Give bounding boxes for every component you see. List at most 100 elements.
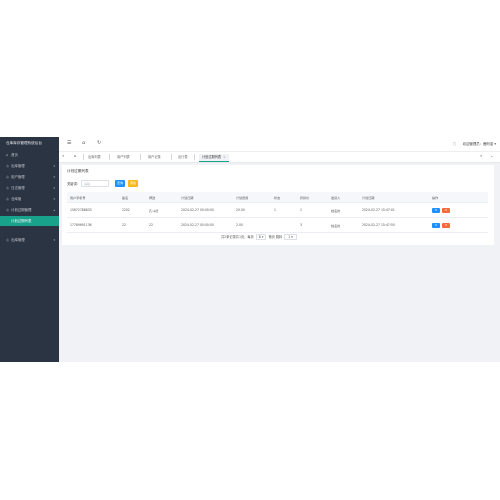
chevron-up-icon: ▴ [53, 208, 55, 212]
tabs-next-icon[interactable]: » [480, 153, 482, 158]
sidebar-item-logs[interactable]: ◎ 日志管理 ▾ [0, 183, 59, 194]
chevron-down-icon: ▾ [53, 164, 55, 168]
page-number-select[interactable]: 1 ▾ [284, 234, 297, 240]
table-cell: 22 [119, 217, 146, 233]
sidebar-item-label: 首页 [11, 153, 18, 157]
page-size-value: 8 [258, 235, 261, 239]
sidebar: 仓库库存管理系统后台 ⌂ 首页 ◎ 出库管理 ▾ ◎ 用户管理 ▾ ◎ 日志管理… [0, 137, 59, 362]
column-header: 计划费用 [233, 192, 271, 203]
table-cell: 2024-02-27 15:47:50 [359, 217, 429, 233]
add-button[interactable]: 添加 [128, 180, 138, 187]
table-row: 17789691136 22 22 2024-02-27 00:00:00 2.… [67, 217, 488, 233]
jump-label: 跳转 [275, 235, 283, 239]
edit-icon[interactable]: ✎ [432, 207, 440, 213]
next-page-label[interactable]: 第页 [268, 235, 274, 239]
tabs-prev-icon[interactable]: « [62, 153, 64, 158]
sidebar-item-outbound-2[interactable]: ◎ 出库管理 ▾ [0, 235, 59, 246]
table-cell: 孔斗德 [146, 202, 178, 218]
user-greeting[interactable]: 欢迎管理员：鹿阿诺 ▾ [463, 142, 496, 146]
column-header: 操作 [429, 192, 488, 203]
pagination-summary: 共2条记录共1页，每页 [221, 235, 254, 239]
chevron-down-icon: ▾ [53, 175, 55, 179]
chevron-down-icon: ▾ [291, 235, 293, 239]
chevron-down-icon: ▾ [53, 197, 55, 201]
table-cell: 1 [271, 202, 297, 218]
table-cell: 姓名的 [328, 217, 359, 233]
sidebar-item-plan-expiry[interactable]: ◎ 计划过期管理 ▴ [0, 205, 59, 216]
table-cell: 2.00 [233, 217, 271, 233]
tab-user-list[interactable]: 用户列表 [114, 154, 133, 161]
sidebar-subitem-plan-expiry-list[interactable]: 计划过期列表 [0, 216, 59, 226]
menu-icon[interactable]: ☰ [67, 140, 71, 146]
table-cell: 3 [297, 217, 328, 233]
delete-icon[interactable]: ✕ [442, 222, 450, 228]
table-cell: 2024-02-27 15:47:01 [359, 202, 429, 218]
tab-outbound-list[interactable]: 出库列表 [85, 154, 104, 161]
circle-icon: ◎ [6, 186, 9, 190]
table-cell: 17789691136 [67, 217, 119, 233]
circle-icon: ◎ [6, 197, 9, 201]
edit-icon[interactable]: ✎ [432, 222, 440, 228]
column-header: 计划日期 [178, 192, 233, 203]
tab-bar: « ⌂ 出库列表 用户列表 用户记录 出行表 计划过期列表 × » ⌄ [59, 152, 500, 163]
sidebar-item-home[interactable]: ⌂ 首页 [0, 150, 59, 161]
tab-trip-table[interactable]: 出行表 [175, 154, 191, 161]
sidebar-item-users[interactable]: ◎ 用户管理 ▾ [0, 172, 59, 183]
fullscreen-icon[interactable]: □ [453, 142, 457, 146]
page-size-select[interactable]: 8 ▾ [255, 234, 267, 240]
content-card: 计划过期列表 关键词： 请输 查询 添加 用户手机号 船名 押送 计划日期 计划… [62, 165, 494, 245]
search-input[interactable]: 请输 [81, 180, 109, 187]
home-icon[interactable]: ⌂ [82, 140, 85, 146]
column-header: 折扣价 [297, 192, 328, 203]
table-actions: ✎ ✕ [429, 217, 488, 233]
table-cell: 15672788833 [67, 202, 119, 218]
sidebar-item-label: 用户管理 [11, 175, 25, 179]
table-cell: 1 [297, 202, 328, 218]
chevron-down-icon[interactable]: ⌄ [490, 153, 493, 158]
table-cell: 姓名的 [328, 202, 359, 218]
sidebar-item-label: 出库管理 [11, 164, 25, 168]
page-number-value: 1 [288, 235, 291, 239]
sidebar-item-label: 日志管理 [11, 186, 25, 190]
tab-home-icon[interactable]: ⌂ [74, 153, 77, 158]
pagination: 共2条记录共1页，每页 8 ▾ 第页 跳转 1 ▾ [221, 234, 298, 240]
column-header: 用户手机号 [67, 192, 119, 203]
table-cell: 22 [146, 217, 178, 233]
table-actions: ✎ ✕ [429, 202, 488, 218]
query-button[interactable]: 查询 [115, 180, 125, 187]
top-bar: ☰ ⌂ ↻ □ 欢迎管理员：鹿阿诺 ▾ [59, 137, 500, 152]
table-cell: 2202 [119, 202, 146, 218]
circle-icon: ◎ [6, 238, 9, 242]
column-header: 状态 [271, 192, 297, 203]
sidebar-item-label: 出库管理 [11, 238, 25, 242]
refresh-icon[interactable]: ↻ [97, 140, 101, 146]
sidebar-item-outbound[interactable]: ◎ 出库管理 ▾ [0, 161, 59, 172]
table-cell [271, 217, 297, 233]
table-cell: 2024-02-27 00:00:00 [178, 217, 233, 233]
table-row: 15672788833 2202 孔斗德 2024-02-27 00:00:00… [67, 202, 488, 218]
column-header: 押送 [146, 192, 178, 203]
user-menu[interactable]: □ 欢迎管理员：鹿阿诺 ▾ [453, 141, 496, 146]
search-label: 关键词： [67, 182, 81, 186]
table-cell: 20.00 [233, 202, 271, 218]
table-cell: 2024-02-27 00:00:00 [178, 202, 233, 218]
card-title: 计划过期列表 [67, 169, 89, 173]
tab-plan-expiry-list[interactable]: 计划过期列表 × [199, 153, 229, 162]
sidebar-item-label: 计划过期管理 [11, 208, 32, 212]
sidebar-item-warehouse[interactable]: ◎ 仓库管 ▾ [0, 194, 59, 205]
circle-icon: ◎ [6, 175, 9, 179]
close-icon[interactable]: × [223, 155, 226, 159]
tab-label: 计划过期列表 [202, 154, 222, 159]
delete-icon[interactable]: ✕ [442, 207, 450, 213]
circle-icon: ◎ [6, 208, 9, 212]
app-window: 仓库库存管理系统后台 ⌂ 首页 ◎ 出库管理 ▾ ◎ 用户管理 ▾ ◎ 日志管理… [0, 137, 500, 362]
sidebar-item-label: 仓库管 [11, 197, 22, 201]
chevron-down-icon: ▾ [261, 235, 264, 239]
table-header-row: 用户手机号 船名 押送 计划日期 计划费用 状态 折扣价 发货人 计划日期 操作 [67, 192, 488, 203]
data-table: 用户手机号 船名 押送 计划日期 计划费用 状态 折扣价 发货人 计划日期 操作… [67, 192, 488, 233]
app-brand: 仓库库存管理系统后台 [6, 141, 42, 145]
column-header: 计划日期 [359, 192, 429, 203]
tab-user-records[interactable]: 用户记录 [145, 154, 164, 161]
chevron-down-icon: ▾ [53, 186, 55, 190]
chevron-down-icon: ▾ [53, 238, 55, 242]
